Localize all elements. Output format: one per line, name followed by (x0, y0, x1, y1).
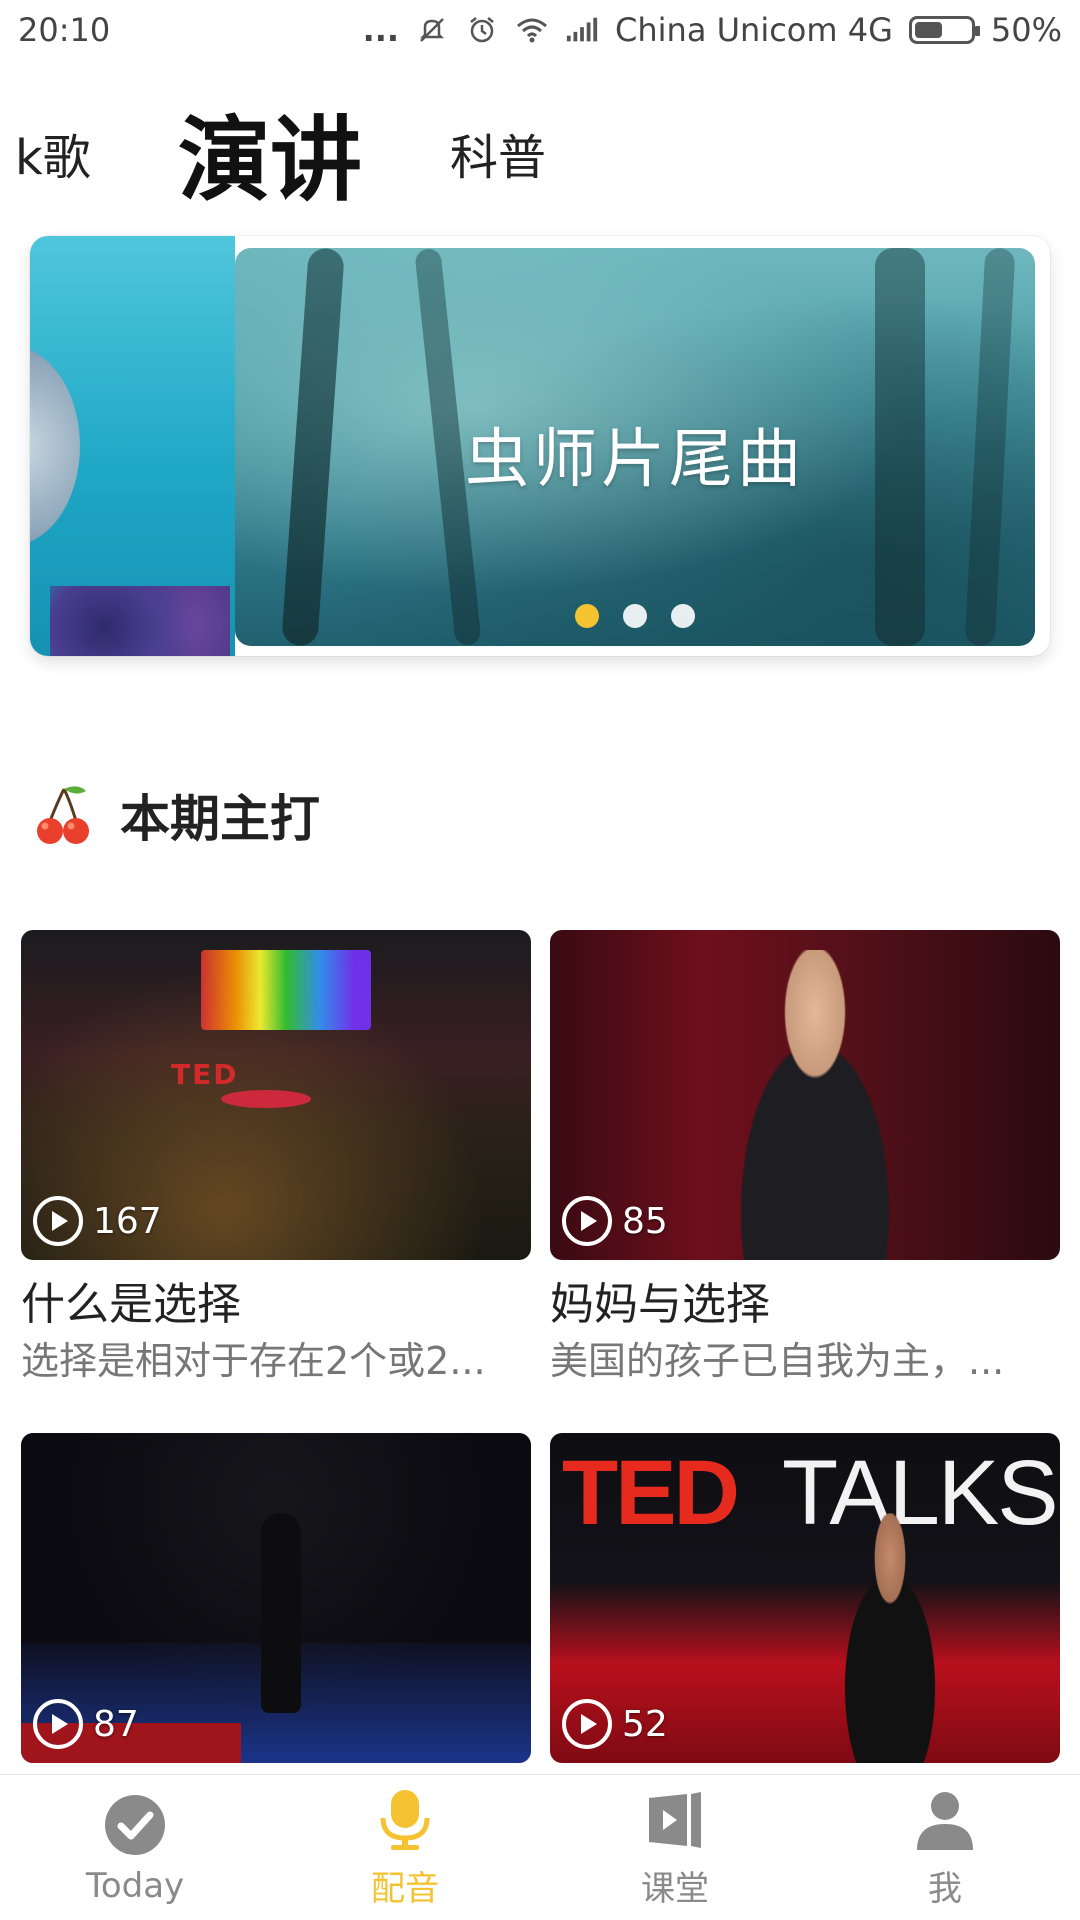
play-count-value: 167 (93, 1200, 162, 1242)
app-screen: 20:10 ... China Unicom 4G 50% k歌 演讲 科普 虫… (0, 0, 1080, 1920)
speaker-image (820, 1513, 960, 1763)
status-time: 20:10 (18, 11, 111, 49)
video-thumbnail[interactable]: 85 (550, 930, 1060, 1260)
category-tabs: k歌 演讲 科普 (0, 90, 1080, 215)
battery-percent: 50% (990, 11, 1062, 49)
play-count: 87 (33, 1699, 139, 1749)
video-title[interactable]: 什么是选择 (21, 1276, 531, 1334)
video-description: 选择是相对于存在2个或2... (21, 1339, 486, 1383)
video-card[interactable]: 85 妈妈与选择 美国的孩子已自我为主，... (550, 930, 1060, 1386)
check-circle-icon (100, 1790, 170, 1860)
bottom-navigation: Today 配音 课堂 我 (0, 1774, 1080, 1920)
banner-previous-slide[interactable] (30, 236, 235, 656)
stage-screen (201, 950, 371, 1030)
microphone-icon (370, 1785, 440, 1855)
tab-speech[interactable]: 演讲 (178, 90, 362, 215)
nav-label: 我 (928, 1869, 962, 1909)
nav-dubbing[interactable]: 配音 (270, 1775, 540, 1920)
alarm-icon (465, 13, 499, 47)
cherry-icon (37, 786, 89, 844)
nav-classroom[interactable]: 课堂 (540, 1775, 810, 1920)
nav-label: 配音 (371, 1869, 439, 1909)
tab-science[interactable]: 科普 (450, 90, 546, 215)
signal-icon (565, 13, 599, 47)
section-title: 本期主打 (120, 790, 320, 848)
nav-me[interactable]: 我 (810, 1775, 1080, 1920)
speaker-image (700, 950, 930, 1260)
tab-k-song[interactable]: k歌 (15, 90, 91, 215)
battery-icon (908, 16, 980, 44)
play-icon (562, 1196, 612, 1246)
mute-icon (415, 13, 449, 47)
coral-image (50, 586, 230, 656)
status-icons: ... China Unicom 4G 50% (363, 11, 1062, 49)
wifi-icon (515, 13, 549, 47)
dolphin-image (30, 346, 80, 546)
speaker-image (261, 1513, 301, 1713)
more-dots: ... (362, 11, 400, 49)
person-icon (910, 1785, 980, 1855)
video-card[interactable]: TED 167 什么是选择 选择是相对于存在2个或2... (21, 930, 531, 1386)
status-bar: 20:10 ... China Unicom 4G 50% (0, 0, 1080, 60)
play-count-value: 85 (622, 1200, 668, 1242)
nav-label: Today (85, 1865, 185, 1906)
carrier-label: China Unicom 4G (615, 11, 893, 49)
ted-logo: TED (562, 1442, 740, 1544)
play-count: 85 (562, 1196, 668, 1246)
nav-today[interactable]: Today (0, 1775, 270, 1920)
play-count-value: 87 (93, 1703, 139, 1745)
video-thumbnail[interactable]: 87 (21, 1433, 531, 1763)
banner-carousel[interactable]: 虫师片尾曲 (30, 236, 1050, 656)
play-count-value: 52 (622, 1703, 668, 1745)
play-count: 52 (562, 1699, 668, 1749)
banner-current-slide[interactable]: 虫师片尾曲 (235, 248, 1035, 646)
video-description: 美国的孩子已自我为主，... (550, 1339, 1005, 1383)
ted-logo: TED (171, 1058, 239, 1091)
video-thumbnail[interactable]: TED TALKS 52 (550, 1433, 1060, 1763)
section-header: 本期主打 (34, 780, 320, 850)
carousel-dot[interactable] (623, 604, 647, 628)
play-icon (33, 1196, 83, 1246)
play-icon (33, 1699, 83, 1749)
play-count: 167 (33, 1196, 162, 1246)
carousel-dot-active[interactable] (575, 604, 599, 628)
nav-label: 课堂 (641, 1869, 709, 1909)
video-card[interactable]: TED TALKS 52 (550, 1433, 1060, 1763)
video-book-icon (640, 1785, 710, 1855)
banner-title: 虫师片尾曲 (465, 423, 805, 497)
video-card[interactable]: 87 (21, 1433, 531, 1763)
video-thumbnail[interactable]: TED 167 (21, 930, 531, 1260)
carousel-dot[interactable] (671, 604, 695, 628)
video-title[interactable]: 妈妈与选择 (550, 1276, 1060, 1334)
stage-carpet (221, 1090, 311, 1108)
play-icon (562, 1699, 612, 1749)
carousel-indicator (235, 604, 1035, 628)
